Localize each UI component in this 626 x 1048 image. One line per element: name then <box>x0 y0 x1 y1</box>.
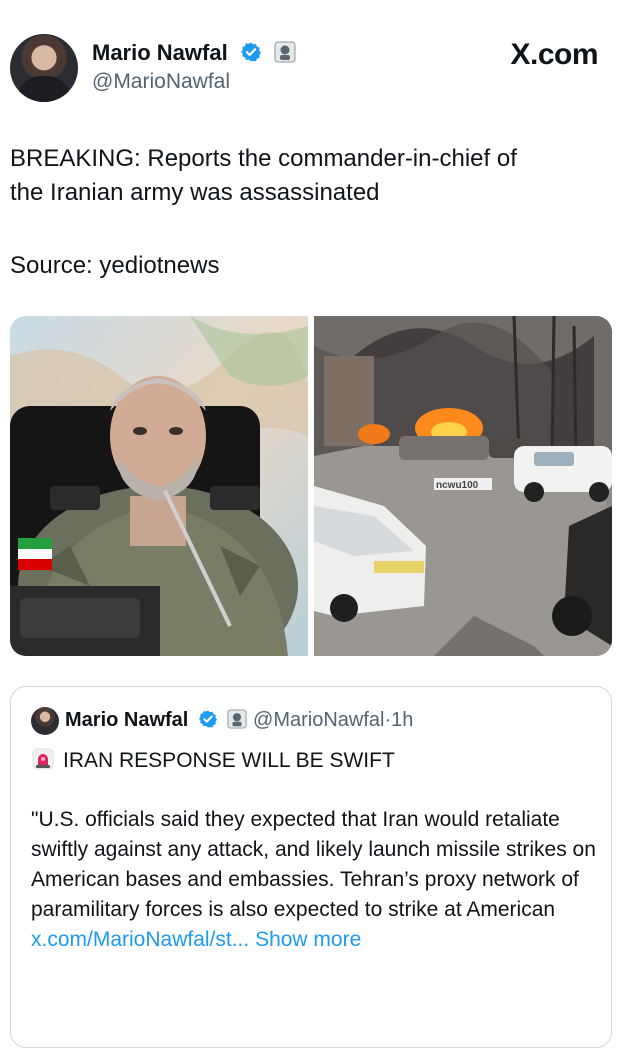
author-name[interactable]: Mario Nawfal <box>92 40 228 65</box>
verified-badge-icon <box>240 42 261 62</box>
quoted-tweet[interactable]: Mario Nawfal @MarioNawfal·1h IRAN RESPON… <box>10 686 612 1048</box>
quoted-link[interactable]: x.com/MarioNawfal/st... <box>31 928 249 951</box>
tweet-media-grid[interactable]: ncwu100 <box>10 316 612 656</box>
affiliate-badge-icon <box>227 709 248 729</box>
tweet-text-line-2: the Iranian army was assassinated <box>10 179 380 206</box>
quoted-timestamp[interactable]: 1h <box>391 709 413 731</box>
quoted-author-handle[interactable]: @MarioNawfal <box>253 709 384 731</box>
quoted-header: Mario Nawfal @MarioNawfal·1h <box>65 709 413 732</box>
quoted-author-name[interactable]: Mario Nawfal <box>65 709 188 731</box>
quoted-body-text: "U.S. officials said they expected that … <box>31 808 596 921</box>
verified-badge-icon <box>198 710 218 728</box>
explosion-scene-photo[interactable]: ncwu100 <box>314 316 612 656</box>
show-more-link[interactable]: Show more <box>255 928 361 951</box>
general-portrait-photo[interactable] <box>10 316 308 656</box>
tweet-text: BREAKING: Reports the commander-in-chief… <box>10 142 610 210</box>
x-logo: X.com <box>510 38 598 71</box>
tweet-header: Mario Nawfal @MarioNawfal X.com <box>0 0 626 120</box>
author-avatar[interactable] <box>10 34 78 102</box>
photo-watermark: ncwu100 <box>436 480 479 491</box>
quoted-headline-row: IRAN RESPONSE WILL BE SWIFT <box>31 747 395 773</box>
quoted-headline: IRAN RESPONSE WILL BE SWIFT <box>63 749 395 772</box>
siren-icon <box>32 748 54 770</box>
affiliate-badge-icon <box>274 41 296 63</box>
author-name-row[interactable]: Mario Nawfal <box>92 40 296 66</box>
author-handle[interactable]: @MarioNawfal <box>92 70 230 94</box>
quoted-author-avatar[interactable] <box>31 707 59 735</box>
tweet-source-line: Source: yediotnews <box>10 252 220 279</box>
quoted-body: "U.S. officials said they expected that … <box>31 805 601 955</box>
tweet-text-line-1: BREAKING: Reports the commander-in-chief… <box>10 145 517 172</box>
